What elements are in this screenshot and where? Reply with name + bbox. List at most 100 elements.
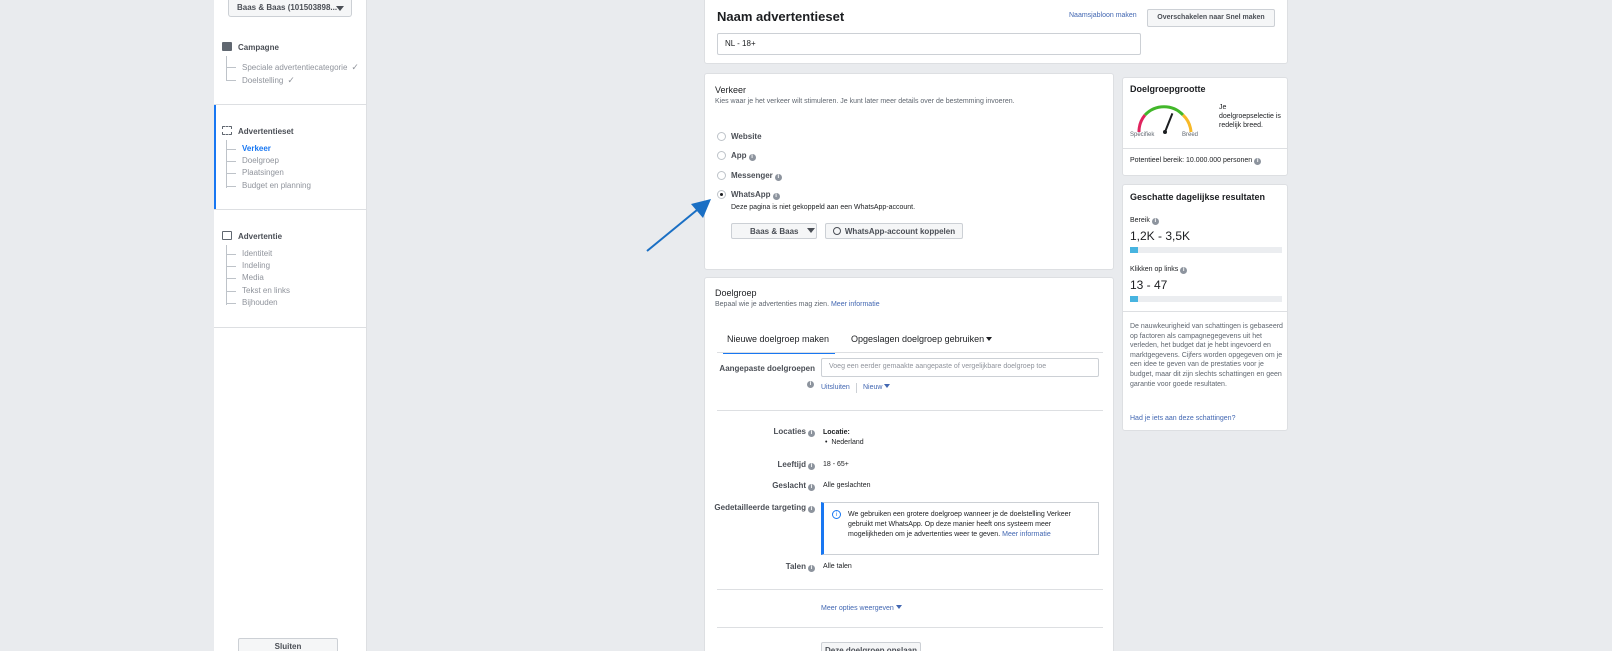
audience-size-title: Doelgroepgrootte: [1130, 84, 1206, 94]
whatsapp-not-linked-note: Deze pagina is niet gekoppeld aan een Wh…: [731, 204, 916, 211]
radio-whatsapp-label: WhatsApp i: [731, 190, 780, 200]
info-icon[interactable]: i: [1180, 267, 1188, 274]
info-icon[interactable]: i: [808, 463, 815, 470]
audience-subtitle: Bepaal wie je advertenties mag zien. Mee…: [715, 301, 880, 308]
arrow-annotation-icon: [646, 199, 711, 252]
info-icon[interactable]: i: [1254, 158, 1262, 165]
nav-item-special-category[interactable]: Speciale advertentiecategorie ✓: [226, 62, 359, 73]
potential-reach: Potentieel bereik: 10.000.000 personen i: [1130, 157, 1262, 165]
page-title: Naam advertentieset: [717, 9, 845, 24]
nav-section-campaign[interactable]: Campagne: [222, 42, 279, 52]
chevron-down-icon: [806, 228, 815, 233]
chevron-down-icon: [895, 605, 902, 609]
adset-name-card: Naam advertentieset Naamsjabloon maken O…: [704, 0, 1288, 64]
traffic-subtitle: Kies waar je het verkeer wilt stimuleren…: [715, 98, 1015, 105]
gauge-needle: [1164, 113, 1174, 133]
targeting-notice-link[interactable]: Meer informatie: [1002, 531, 1051, 538]
audience-size-description: Je doelgroepselectie is redelijk breed.: [1219, 104, 1281, 129]
nav-item-traffic[interactable]: Verkeer: [226, 144, 271, 153]
nav-item-media[interactable]: Media: [226, 273, 264, 282]
whatsapp-icon: [832, 227, 841, 235]
nav-section-campaign-label: Campagne: [238, 43, 279, 52]
nav-section-ad[interactable]: Advertentie: [222, 231, 282, 241]
info-icon[interactable]: i: [808, 430, 815, 437]
audience-more-info-link[interactable]: Meer informatie: [831, 301, 880, 308]
nav-item-label: Speciale advertentiecategorie: [242, 63, 348, 72]
check-icon: ✓: [351, 62, 359, 72]
reach-bar-fill: [1130, 247, 1138, 253]
reach-bar: [1130, 247, 1282, 253]
languages-value[interactable]: Alle talen: [823, 563, 852, 570]
adset-icon: [222, 126, 232, 135]
connect-whatsapp-label: WhatsApp-account koppelen: [844, 227, 956, 236]
age-label: Leeftijd i: [715, 460, 815, 470]
info-icon[interactable]: i: [1151, 218, 1159, 225]
nav-item-text-links[interactable]: Tekst en links: [226, 286, 290, 295]
new-audience-dropdown[interactable]: Nieuw: [863, 384, 891, 391]
audience-size-card: Doelgroepgrootte Specifiek Breed Je doel…: [1122, 77, 1288, 176]
tab-new-audience[interactable]: Nieuwe doelgroep maken: [723, 334, 836, 354]
radio-website-label: Website: [731, 132, 762, 141]
nav-item-tracking[interactable]: Bijhouden: [226, 298, 278, 307]
info-icon[interactable]: i: [808, 506, 815, 513]
location-value: • Nederland: [825, 439, 864, 446]
radio-messenger[interactable]: [717, 171, 726, 180]
info-icon[interactable]: i: [808, 565, 815, 572]
gender-value[interactable]: Alle geslachten: [823, 482, 870, 489]
audience-card: Doelgroep Bepaal wie je advertenties mag…: [704, 277, 1114, 651]
gauge-right-label: Breed: [1182, 132, 1199, 138]
chevron-down-icon: [986, 337, 993, 341]
nav-item-label: Doelstelling: [242, 76, 284, 85]
more-options-link[interactable]: Meer opties weergeven: [821, 605, 902, 612]
save-audience-button[interactable]: Deze doelgroep opslaan: [821, 642, 921, 651]
info-icon[interactable]: i: [774, 174, 782, 181]
radio-app[interactable]: [717, 151, 726, 160]
nav-section-adset[interactable]: Advertentieset: [222, 126, 294, 136]
page-select-label: Baas & Baas: [750, 227, 799, 236]
nav-item-identity[interactable]: Identiteit: [226, 249, 272, 258]
radio-whatsapp[interactable]: [717, 190, 726, 199]
nav-item-placements[interactable]: Plaatsingen: [226, 168, 284, 177]
nav-item-budget[interactable]: Budget en planning: [226, 181, 311, 190]
info-icon[interactable]: i: [808, 484, 815, 491]
nav-item-audience[interactable]: Doelgroep: [226, 156, 279, 165]
radio-website[interactable]: [717, 132, 726, 141]
locations-label: Locaties i: [715, 427, 815, 437]
exclude-link[interactable]: Uitsluiten: [821, 384, 850, 391]
reach-label: Bereik i: [1130, 217, 1159, 225]
daily-results-title: Geschatte dagelijkse resultaten: [1130, 192, 1266, 202]
estimates-feedback-link[interactable]: Had je iets aan deze schattingen?: [1130, 415, 1235, 422]
location-heading: Locatie:: [823, 429, 850, 436]
nav-item-format[interactable]: Indeling: [226, 261, 270, 270]
tab-saved-audience[interactable]: Opgeslagen doelgroep gebruiken: [851, 334, 993, 344]
close-button[interactable]: Sluiten: [238, 638, 338, 651]
left-navigation: Baas & Baas (101503898... Campagne Speci…: [214, 0, 367, 651]
ad-icon: [222, 231, 232, 240]
template-link[interactable]: Naamsjabloon maken: [1069, 12, 1137, 19]
languages-label: Talen i: [715, 562, 815, 572]
campaign-icon: [222, 42, 232, 51]
targeting-notice: i We gebruiken een grotere doelgroep wan…: [821, 502, 1099, 555]
reach-value: 1,2K - 3,5K: [1130, 229, 1191, 243]
connect-whatsapp-button[interactable]: WhatsApp-account koppelen: [825, 223, 963, 239]
detailed-targeting-label: Gedetailleerde targeting i: [713, 503, 815, 513]
nav-section-ad-label: Advertentie: [238, 232, 283, 241]
custom-audience-input[interactable]: Voeg een eerder gemaakte aangepaste of v…: [821, 358, 1099, 377]
traffic-card: Verkeer Kies waar je het verkeer wilt st…: [704, 73, 1114, 270]
page-select[interactable]: Baas & Baas: [731, 223, 817, 239]
nav-item-objective[interactable]: Doelstelling ✓: [226, 75, 295, 86]
gauge-left-label: Specifiek: [1130, 132, 1155, 138]
age-value[interactable]: 18 - 65+: [823, 461, 849, 468]
estimates-disclaimer: De nauwkeurigheid van schattingen is geb…: [1130, 323, 1283, 388]
info-icon[interactable]: i: [772, 193, 780, 200]
nav-section-adset-label: Advertentieset: [238, 127, 294, 136]
info-icon[interactable]: i: [748, 154, 756, 161]
switch-quick-create-button[interactable]: Overschakelen naar Snel maken: [1147, 9, 1275, 27]
check-icon: ✓: [287, 75, 295, 85]
active-section-indicator: [214, 105, 216, 209]
info-icon[interactable]: i: [805, 378, 814, 388]
clicks-bar: [1130, 296, 1282, 302]
adset-name-input[interactable]: NL - 18+: [717, 33, 1141, 55]
clicks-bar-fill: [1130, 296, 1138, 302]
account-select[interactable]: Baas & Baas (101503898...: [228, 0, 352, 17]
